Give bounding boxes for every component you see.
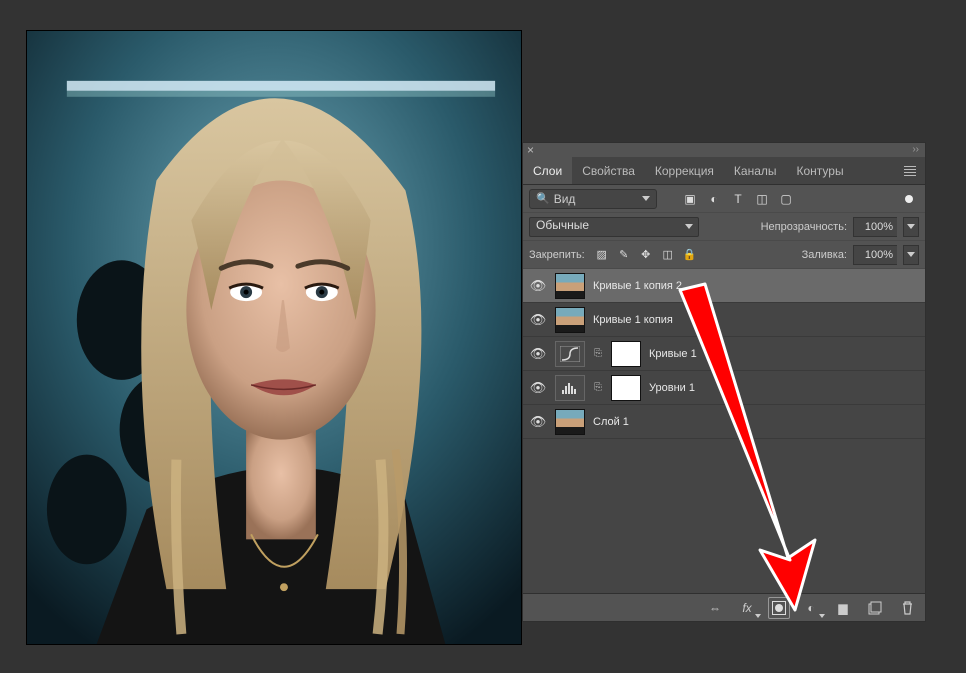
blend-mode-select[interactable]: Обычные xyxy=(529,217,699,237)
panel-collapse-icon[interactable]: ›› xyxy=(912,145,919,155)
layer-row[interactable]: 👁 Кривые 1 копия 2 xyxy=(523,269,925,303)
filter-smart-icon[interactable]: ▢ xyxy=(779,192,793,206)
layer-row[interactable]: 👁 Кривые 1 копия xyxy=(523,303,925,337)
lock-transparency-icon[interactable]: ▨ xyxy=(595,248,609,262)
filter-shape-icon[interactable]: ◫ xyxy=(755,192,769,206)
lock-artboard-icon[interactable]: ◫ xyxy=(661,248,675,262)
panel-menu-icon[interactable] xyxy=(901,157,919,185)
lock-position-icon[interactable]: ✥ xyxy=(639,248,653,262)
visibility-eye-icon[interactable]: 👁 xyxy=(529,414,547,430)
document-canvas[interactable] xyxy=(26,30,522,645)
panel-close-icon[interactable]: × xyxy=(527,144,534,156)
tab-channels[interactable]: Каналы xyxy=(724,157,787,184)
mask-link-icon[interactable]: ⎘ xyxy=(593,382,603,393)
filter-kind-label: Вид xyxy=(554,192,576,206)
opacity-label[interactable]: Непрозрачность: xyxy=(761,221,847,233)
layer-filter-row: 🔍 Вид ▣ ◐ T ◫ ▢ xyxy=(523,185,925,213)
layer-mask-thumbnail[interactable] xyxy=(611,375,641,401)
levels-adjustment-icon[interactable] xyxy=(555,375,585,401)
link-layers-icon[interactable]: ⇔ xyxy=(707,600,723,616)
layer-thumbnail[interactable] xyxy=(555,307,585,333)
lock-label: Закрепить: xyxy=(529,249,585,261)
opacity-value-input[interactable]: 100% xyxy=(853,217,897,237)
layer-thumbnail[interactable] xyxy=(555,273,585,299)
tab-label: Каналы xyxy=(734,164,777,178)
layer-name-label[interactable]: Слой 1 xyxy=(593,416,629,428)
visibility-eye-icon[interactable]: 👁 xyxy=(529,278,547,294)
tab-properties[interactable]: Свойства xyxy=(572,157,645,184)
layer-thumbnail[interactable] xyxy=(555,409,585,435)
tab-label: Слои xyxy=(533,164,562,178)
delete-layer-icon[interactable] xyxy=(899,600,915,616)
layer-row[interactable]: 👁 Слой 1 xyxy=(523,405,925,439)
curves-adjustment-icon[interactable] xyxy=(555,341,585,367)
layer-row[interactable]: 👁 ⎘ Кривые 1 xyxy=(523,337,925,371)
layers-panel: × ›› Слои Свойства Коррекция Каналы Конт… xyxy=(522,142,926,622)
fill-dropdown-button[interactable] xyxy=(903,245,919,265)
filter-type-icon[interactable]: T xyxy=(731,192,745,206)
tab-label: Контуры xyxy=(797,164,844,178)
layer-name-label[interactable]: Уровни 1 xyxy=(649,382,695,394)
lock-all-icon[interactable]: 🔒 xyxy=(683,248,697,262)
search-icon: 🔍 xyxy=(536,192,550,205)
tab-label: Свойства xyxy=(582,164,635,178)
layer-filter-kind[interactable]: 🔍 Вид xyxy=(529,189,657,209)
tab-label: Коррекция xyxy=(655,164,714,178)
chevron-down-icon xyxy=(642,196,650,201)
fill-value-input[interactable]: 100% xyxy=(853,245,897,265)
layers-list: 👁 Кривые 1 копия 2 👁 Кривые 1 копия 👁 ⎘ … xyxy=(523,269,925,593)
panel-tabs: Слои Свойства Коррекция Каналы Контуры xyxy=(523,157,925,185)
mask-link-icon[interactable]: ⎘ xyxy=(593,348,603,359)
fill-label[interactable]: Заливка: xyxy=(802,249,847,261)
layer-name-label[interactable]: Кривые 1 копия 2 xyxy=(593,280,682,292)
filter-toggle-switch[interactable] xyxy=(905,195,913,203)
blend-opacity-row: Обычные Непрозрачность: 100% xyxy=(523,213,925,241)
layers-bottom-toolbar: ⇔ fx ◐ ▆ xyxy=(523,593,925,621)
visibility-eye-icon[interactable]: 👁 xyxy=(529,312,547,328)
tab-adjustments[interactable]: Коррекция xyxy=(645,157,724,184)
new-group-icon[interactable]: ▆ xyxy=(835,600,851,616)
visibility-eye-icon[interactable]: 👁 xyxy=(529,346,547,362)
layer-mask-thumbnail[interactable] xyxy=(611,341,641,367)
tab-paths[interactable]: Контуры xyxy=(787,157,854,184)
new-adjustment-layer-icon[interactable]: ◐ xyxy=(803,600,819,616)
layer-effects-icon[interactable]: fx xyxy=(739,600,755,616)
visibility-eye-icon[interactable]: 👁 xyxy=(529,380,547,396)
filter-pixel-icon[interactable]: ▣ xyxy=(683,192,697,206)
opacity-dropdown-button[interactable] xyxy=(903,217,919,237)
tab-layers[interactable]: Слои xyxy=(523,157,572,184)
new-layer-icon[interactable] xyxy=(867,600,883,616)
filter-adjustment-icon[interactable]: ◐ xyxy=(707,192,721,206)
lock-pixels-icon[interactable]: ✎ xyxy=(617,248,631,262)
blend-mode-value: Обычные xyxy=(536,218,589,232)
layer-row[interactable]: 👁 ⎘ Уровни 1 xyxy=(523,371,925,405)
lock-fill-row: Закрепить: ▨ ✎ ✥ ◫ 🔒 Заливка: 100% xyxy=(523,241,925,269)
layer-name-label[interactable]: Кривые 1 xyxy=(649,348,697,360)
layer-name-label[interactable]: Кривые 1 копия xyxy=(593,314,673,326)
add-mask-icon[interactable] xyxy=(771,600,787,616)
